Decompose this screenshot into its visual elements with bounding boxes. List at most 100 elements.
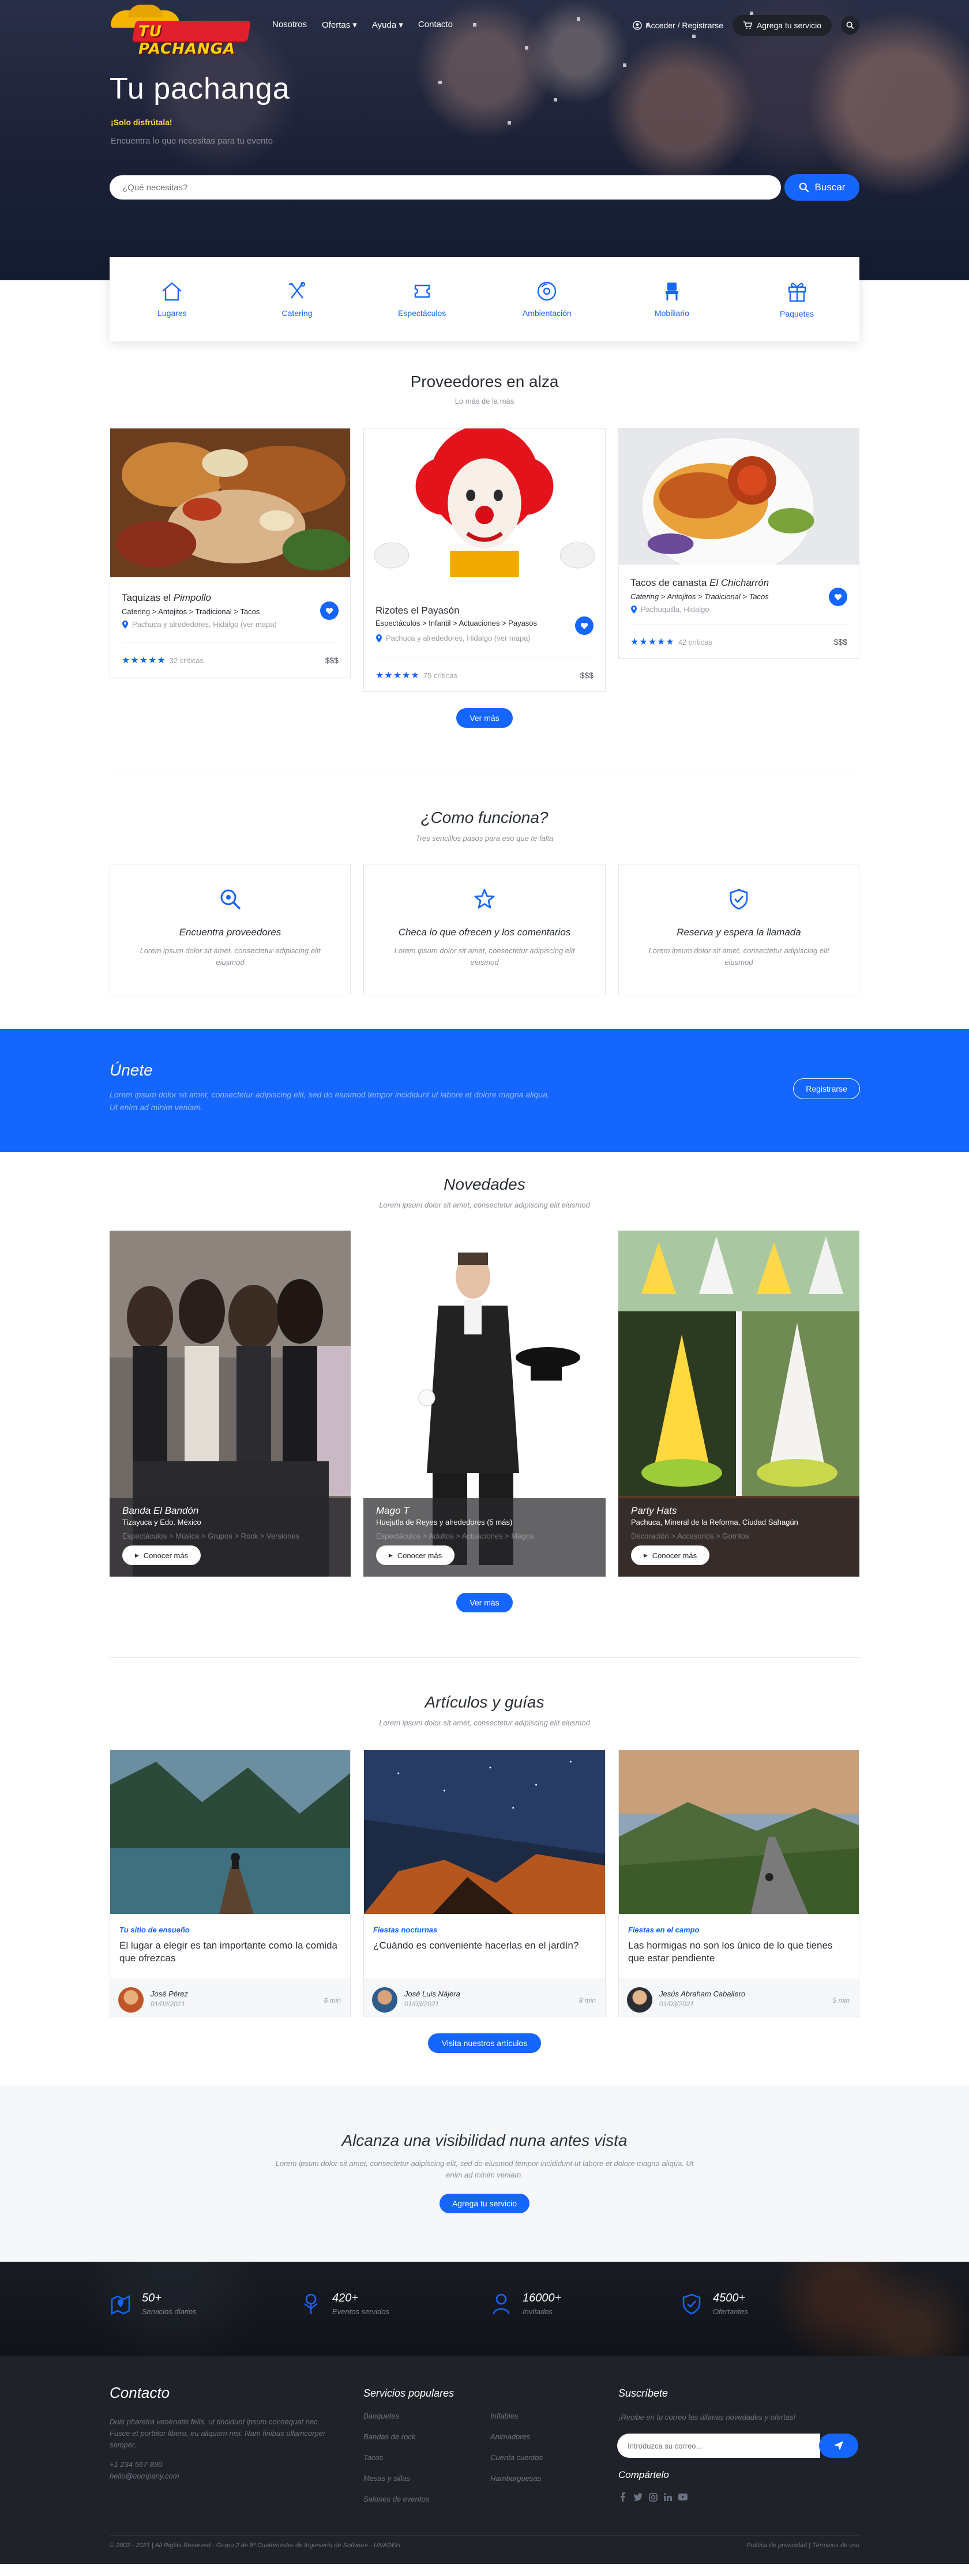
- news-location: Huejutla de Reyes y alrededores (5 más): [376, 1518, 513, 1526]
- review-count[interactable]: 75 críticas: [423, 671, 457, 680]
- nav-link-nosotros[interactable]: Nosotros: [272, 20, 307, 30]
- category-label: Espectáculos: [398, 309, 446, 318]
- provider-category-path: Catering > Antojitos > Tradicional > Tac…: [630, 592, 769, 601]
- category-lugares[interactable]: Lugares: [123, 281, 221, 318]
- category-paquetes[interactable]: Paquetes: [748, 280, 846, 318]
- provider-card[interactable]: Taquizas el Pimpollo Catering > Antojito…: [110, 428, 351, 678]
- brand-logo[interactable]: TU PACHANGA: [111, 5, 255, 58]
- footer-popular-link[interactable]: Banquetes: [363, 2412, 399, 2420]
- article-title[interactable]: Las hormigas no son los único de lo que …: [628, 1939, 850, 1965]
- hills-road-image: [619, 1750, 859, 1914]
- article-read-time: 5 min: [832, 1996, 850, 2005]
- provider-location[interactable]: Pachuca y alrededores, Hidalgo (ver mapa…: [122, 620, 277, 629]
- nav-search-button[interactable]: [841, 16, 859, 35]
- map-pin-icon: [376, 634, 382, 642]
- footer-popular-link[interactable]: Tacos: [363, 2453, 383, 2462]
- favorite-button[interactable]: [320, 601, 339, 620]
- register-button[interactable]: Registrarse: [793, 1078, 860, 1099]
- news-name: Mago T: [376, 1505, 410, 1516]
- utensils-icon: [288, 281, 306, 299]
- linkedin-icon[interactable]: [663, 2492, 673, 2502]
- news-card[interactable]: Banda El Bandón Tizayuca y Edo. México E…: [110, 1231, 351, 1577]
- user-circle-icon: [633, 21, 643, 30]
- play-icon: ▶: [388, 1552, 393, 1558]
- category-catering[interactable]: Catering: [248, 281, 346, 318]
- article-card[interactable]: Fiestas en el campo Las hormigas no son …: [618, 1750, 859, 2017]
- nav-link-contacto[interactable]: Contacto: [418, 20, 453, 30]
- category-espectaculos[interactable]: Espectáculos: [373, 281, 471, 318]
- stat-number: 16000+: [523, 2292, 562, 2304]
- provider-card[interactable]: Rizotes el Payasón Espectáculos > Infant…: [363, 428, 606, 692]
- twitter-icon[interactable]: [633, 2492, 643, 2502]
- how-title: ¿Como funciona?: [420, 808, 549, 826]
- play-icon: ▶: [134, 1552, 139, 1558]
- article-title[interactable]: ¿Cuándo es conveniente hacerlas en el ja…: [373, 1939, 596, 1952]
- article-tag[interactable]: Fiestas nocturnas: [373, 1926, 437, 1934]
- footer-popular-link[interactable]: Mesas y sillas: [363, 2474, 410, 2483]
- article-tag[interactable]: Fiestas en el campo: [628, 1926, 700, 1934]
- add-service-button[interactable]: Agrega tu servicio: [732, 15, 832, 36]
- favorite-button[interactable]: [829, 588, 847, 606]
- article-footer: José Pérez 01/03/2021 6 min: [110, 1979, 350, 2017]
- provider-location[interactable]: Pachuca y alrededores, Hidalgo (ver mapa…: [375, 634, 531, 642]
- visibility-text: Lorem ipsum dolor sit amet, consectetur …: [275, 2159, 694, 2180]
- article-title[interactable]: El lugar a elegir es tan importante como…: [119, 1939, 341, 1965]
- article-date: 01/03/2021: [151, 2000, 186, 2008]
- footer-popular-link[interactable]: Salones de eventos: [363, 2495, 429, 2503]
- map-pin-icon: [122, 620, 128, 629]
- youtube-icon[interactable]: [678, 2492, 688, 2502]
- learn-more-label: Conocer más: [397, 1551, 442, 1560]
- category-bar: Lugares Catering Espectáculos Ambientaci…: [110, 257, 859, 341]
- trending-title: Proveedores en alza: [410, 373, 559, 390]
- login-link[interactable]: Acceder / Registrarse: [633, 21, 723, 30]
- articles-button[interactable]: Visita nuestros artículos: [428, 2033, 541, 2053]
- footer-popular-link[interactable]: Cuenta cuentos: [490, 2453, 543, 2462]
- rating: ★★★★★ 42 críticas: [630, 636, 712, 648]
- news-card[interactable]: Mago T Huejutla de Reyes y alrededores (…: [363, 1231, 606, 1577]
- news-subtitle: Lorem ipsum dolor sit amet, consectetur …: [379, 1201, 590, 1209]
- top-nav: TU PACHANGA Nosotros Ofertas ▾ Ayuda ▾ C…: [0, 0, 969, 58]
- provider-card[interactable]: Tacos de canasta El Chicharrón Catering …: [618, 428, 859, 659]
- news-title: Novedades: [444, 1175, 525, 1193]
- article-card[interactable]: Tu sitio de ensueño El lugar a elegir es…: [110, 1750, 351, 2017]
- provider-location[interactable]: Pachuquilla, Hidalgo: [630, 605, 709, 614]
- facebook-icon[interactable]: [618, 2492, 628, 2502]
- instagram-icon[interactable]: [648, 2492, 658, 2502]
- nav-link-ofertas[interactable]: Ofertas ▾: [322, 20, 357, 30]
- disc-icon: [538, 281, 557, 301]
- provider-name: Rizotes el Payasón: [375, 605, 460, 616]
- footer-popular-link[interactable]: Animadores: [490, 2432, 530, 2441]
- price-level: $$$: [580, 671, 594, 680]
- nav-link-ayuda[interactable]: Ayuda ▾: [372, 20, 403, 30]
- footer-popular-link[interactable]: Inflables: [490, 2412, 518, 2420]
- articles-title: Artículos y guías: [425, 1693, 544, 1711]
- search-input[interactable]: [110, 175, 781, 200]
- footer-popular-link[interactable]: Hamburguesas: [490, 2474, 541, 2483]
- article-footer: Jesús Abraham Caballero 01/03/2021 5 min: [619, 1979, 859, 2017]
- paper-plane-icon: [834, 2441, 843, 2450]
- news-more-button[interactable]: Ver más: [456, 1593, 513, 1612]
- legal-links[interactable]: Política de privacidad | Términos de uso: [747, 2542, 859, 2549]
- category-ambientacion[interactable]: Ambientación: [498, 281, 596, 318]
- trending-more-button[interactable]: Ver más: [456, 708, 513, 728]
- category-mobiliario[interactable]: Mobiliario: [623, 281, 721, 318]
- favorite-button[interactable]: [575, 616, 594, 635]
- search-icon: [799, 182, 809, 193]
- learn-more-button[interactable]: ▶ Conocer más: [631, 1545, 709, 1565]
- learn-more-button[interactable]: ▶ Conocer más: [376, 1545, 455, 1565]
- article-tag[interactable]: Tu sitio de ensueño: [119, 1926, 190, 1934]
- footer-email[interactable]: hello@company.com: [110, 2472, 179, 2480]
- visibility-add-service-button[interactable]: Agrega tu servicio: [440, 2194, 529, 2213]
- footer-popular-link[interactable]: Bandas de rock: [363, 2432, 415, 2441]
- newsletter-email-input[interactable]: [617, 2434, 820, 2458]
- provider-name-text: Rizotes el Payasón: [375, 605, 460, 616]
- article-card[interactable]: Fiestas nocturnas ¿Cuándo es conveniente…: [363, 1750, 606, 2017]
- search-button[interactable]: Buscar: [784, 174, 859, 201]
- newsletter-send-button[interactable]: [819, 2434, 858, 2458]
- visibility-section: Alcanza una visibilidad nuna antes vista…: [0, 2085, 969, 2262]
- learn-more-button[interactable]: ▶ Conocer más: [122, 1545, 201, 1565]
- news-card[interactable]: Party Hats Pachuca, Mineral de la Reform…: [618, 1231, 859, 1577]
- review-count[interactable]: 42 críticas: [678, 638, 712, 646]
- footer-phone[interactable]: +1 234 567-890: [110, 2460, 162, 2469]
- review-count[interactable]: 32 críticas: [170, 656, 204, 665]
